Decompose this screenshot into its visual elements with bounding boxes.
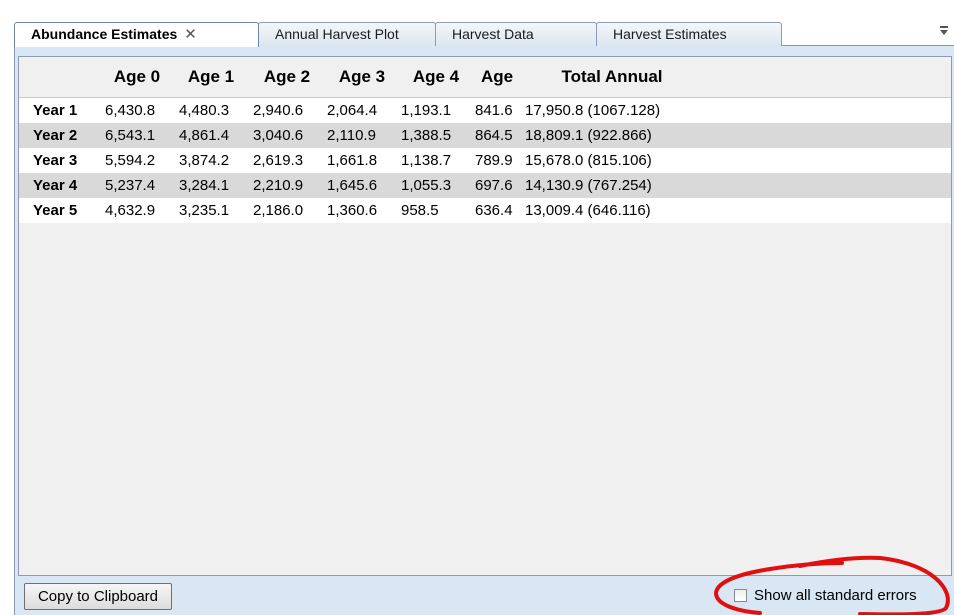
table-cell: 1,360.6	[327, 202, 378, 219]
row-label: Year 4	[33, 177, 78, 194]
table-cell: 1,388.5	[401, 127, 452, 144]
copy-to-clipboard-button[interactable]: Copy to Clipboard	[24, 583, 172, 610]
column-header[interactable]: Age 2	[249, 57, 325, 97]
table-cell: 958.5	[401, 202, 439, 219]
table-cell: 2,210.9	[253, 177, 304, 194]
column-header[interactable]: Total Annual	[527, 57, 697, 97]
table-cell: 2,940.6	[253, 102, 304, 119]
table-cell: 15,678.0 (815.106)	[525, 152, 652, 169]
table-row[interactable]: Year 2 6,543.1 4,861.4 3,040.6 2,110.9 1…	[19, 123, 951, 148]
table-cell: 3,874.2	[179, 152, 230, 169]
show-standard-errors-checkbox[interactable]	[734, 589, 747, 602]
table-row[interactable]: Year 4 5,237.4 3,284.1 2,210.9 1,645.6 1…	[19, 173, 951, 198]
table-cell: 6,543.1	[105, 127, 156, 144]
panel-footer: Copy to Clipboard Show all standard erro…	[18, 576, 954, 615]
table-cell: 18,809.1 (922.866)	[525, 127, 652, 144]
table-cell: 841.6	[475, 102, 513, 119]
table-cell: 2,186.0	[253, 202, 304, 219]
grid-header: Age 0 Age 1 Age 2 Age 3 Age 4 Age Total …	[19, 57, 951, 98]
column-header[interactable]: Age 0	[101, 57, 173, 97]
table-cell: 1,193.1	[401, 102, 452, 119]
column-header[interactable]: Age 4	[399, 57, 473, 97]
table-row[interactable]: Year 3 5,594.2 3,874.2 2,619.3 1,661.8 1…	[19, 148, 951, 173]
show-standard-errors-label[interactable]: Show all standard errors	[754, 586, 917, 606]
table-cell: 17,950.8 (1067.128)	[525, 102, 661, 119]
column-header[interactable]: Age 1	[173, 57, 249, 97]
table-cell: 1,055.3	[401, 177, 452, 194]
table-cell: 14,130.9 (767.254)	[525, 177, 652, 194]
overflow-menu-icon[interactable]	[938, 24, 950, 38]
table-cell: 2,619.3	[253, 152, 304, 169]
table-cell: 636.4	[475, 202, 513, 219]
column-header[interactable]: Age 3	[325, 57, 399, 97]
row-label: Year 5	[33, 202, 78, 219]
tab-label: Annual Harvest Plot	[275, 26, 399, 42]
table-cell: 864.5	[475, 127, 513, 144]
tab-strip: Abundance Estimates ✕ Annual Harvest Plot…	[0, 0, 954, 48]
close-icon[interactable]: ✕	[184, 26, 197, 43]
table-cell: 3,284.1	[179, 177, 230, 194]
table-row[interactable]: Year 1 6,430.8 4,480.3 2,940.6 2,064.4 1…	[19, 98, 951, 123]
table-cell: 4,480.3	[179, 102, 230, 119]
table-cell: 697.6	[475, 177, 513, 194]
table-cell: 3,235.1	[179, 202, 230, 219]
row-label: Year 2	[33, 127, 78, 144]
tab-label: Abundance Estimates	[31, 26, 178, 42]
table-cell: 789.9	[475, 152, 513, 169]
table-cell: 13,009.4 (646.116)	[525, 202, 651, 219]
table-cell: 2,064.4	[327, 102, 378, 119]
table-cell: 3,040.6	[253, 127, 304, 144]
tab-label: Harvest Data	[452, 26, 534, 42]
tab-label: Harvest Estimates	[613, 26, 727, 42]
table-cell: 1,661.8	[327, 152, 378, 169]
tab-harvest-data[interactable]: Harvest Data	[435, 22, 597, 46]
row-label: Year 3	[33, 152, 78, 169]
table-cell: 2,110.9	[327, 127, 376, 144]
table-cell: 6,430.8	[105, 102, 156, 119]
table-cell: 1,138.7	[401, 152, 452, 169]
table-cell: 1,645.6	[327, 177, 378, 194]
row-label: Year 1	[33, 102, 78, 119]
table-cell: 5,237.4	[105, 177, 156, 194]
table-cell: 5,594.2	[105, 152, 156, 169]
tab-annual-harvest-plot[interactable]: Annual Harvest Plot	[258, 22, 436, 46]
abundance-grid[interactable]: Age 0 Age 1 Age 2 Age 3 Age 4 Age Total …	[18, 56, 952, 576]
tab-harvest-estimates[interactable]: Harvest Estimates	[596, 22, 782, 46]
table-cell: 4,632.9	[105, 202, 156, 219]
table-cell: 4,861.4	[179, 127, 230, 144]
table-row[interactable]: Year 5 4,632.9 3,235.1 2,186.0 1,360.6 9…	[19, 198, 951, 223]
tab-abundance-estimates[interactable]: Abundance Estimates ✕	[14, 22, 259, 47]
column-header[interactable]: Age	[473, 57, 521, 97]
